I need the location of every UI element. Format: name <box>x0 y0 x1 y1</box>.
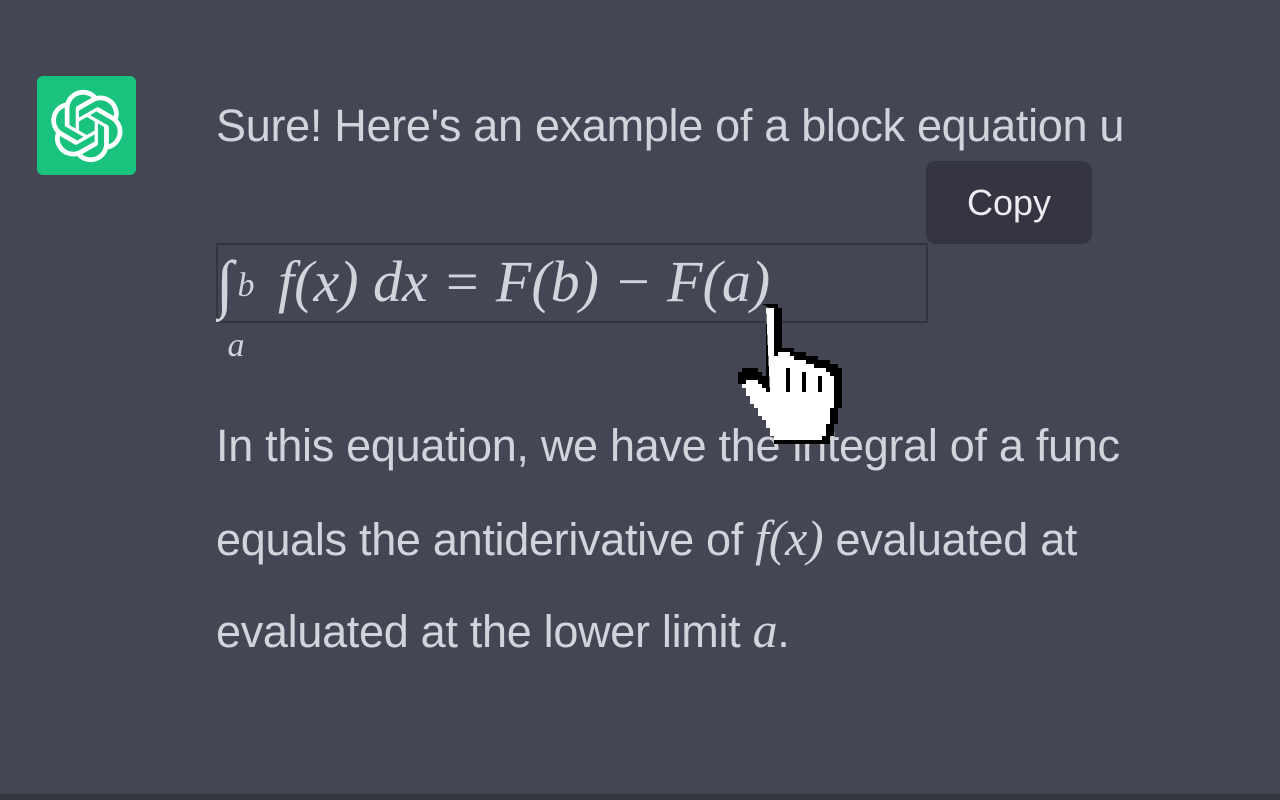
message-line-3: equals the antiderivative of f(x) evalua… <box>216 510 1077 568</box>
line4-text-b: . <box>777 606 790 657</box>
hand-pointer-cursor-icon <box>738 304 842 444</box>
lower-limit: a <box>227 326 245 364</box>
inline-math-a: a <box>752 602 778 658</box>
message-line-2: In this equation, we have the integral o… <box>216 420 1120 471</box>
block-equation[interactable]: ∫ b a f(x) dx = F(b) − F(a) <box>216 230 771 364</box>
equation-body: f(x) dx = F(b) − F(a) <box>278 249 771 314</box>
message-line-1: Sure! Here's an example of a block equat… <box>216 100 1125 151</box>
assistant-avatar <box>37 76 136 175</box>
line4-text-a: evaluated at the lower limit <box>216 606 753 657</box>
bottom-divider <box>0 794 1280 800</box>
line3-text-b: evaluated at <box>823 514 1078 565</box>
copy-tooltip[interactable]: Copy <box>926 161 1092 244</box>
message-line-4: evaluated at the lower limit a. <box>216 602 790 660</box>
copy-tooltip-label: Copy <box>966 181 1052 223</box>
line3-text-a: equals the antiderivative of <box>216 514 756 565</box>
openai-logo-icon <box>50 89 122 162</box>
integral-limits: ba <box>228 258 264 364</box>
inline-math-fx: f(x) <box>755 510 824 566</box>
